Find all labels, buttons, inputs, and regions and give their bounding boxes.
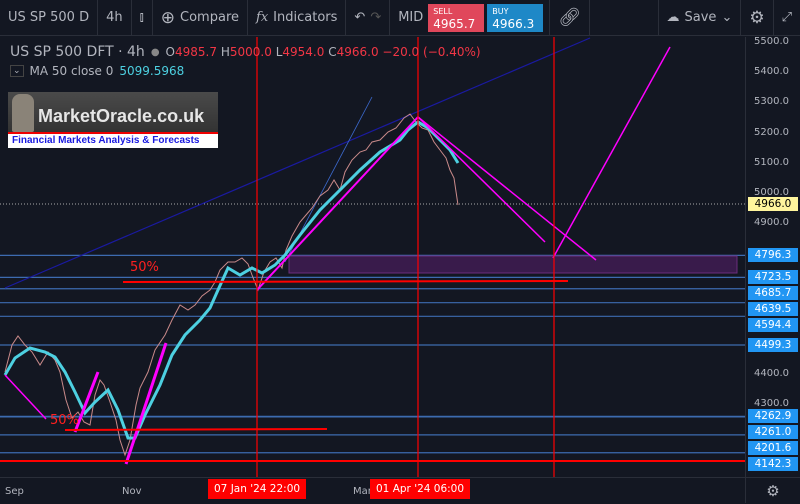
statue-icon <box>12 94 34 132</box>
compare-button[interactable]: ⊕ Compare <box>153 0 249 36</box>
save-label: Save <box>684 10 717 25</box>
price-tick: 5200.0 <box>754 126 789 138</box>
chart-type-button[interactable]: ⫾ <box>132 0 153 36</box>
time-axis[interactable]: Sep Nov Mar 07 Jan '24 22:00 01 Apr '24 … <box>0 477 745 503</box>
interval-button[interactable]: 4h <box>98 0 132 36</box>
collapse-chevron-icon[interactable]: ⌄ <box>10 65 24 77</box>
price-tick: 5300.0 <box>754 96 789 108</box>
indicators-label: Indicators <box>273 10 338 25</box>
level-price-label: 4685.7 <box>748 286 798 301</box>
logo-tagline: Financial Markets Analysis & Forecasts <box>8 134 218 148</box>
low-value: 4954.0 <box>282 45 325 59</box>
time-marker-apr: 01 Apr '24 06:00 <box>370 479 471 499</box>
level-price-label: 4594.4 <box>748 318 798 333</box>
open-value: 4985.7 <box>175 45 217 59</box>
indicators-button[interactable]: fx Indicators <box>248 0 347 36</box>
top-toolbar: US SP 500 D 4h ⫾ ⊕ Compare fx Indicators ↶… <box>0 0 800 36</box>
axis-settings-icon[interactable]: ⚙ <box>745 477 800 503</box>
symbol-search[interactable]: US SP 500 D <box>0 0 99 36</box>
ma-50-line <box>3 120 460 440</box>
save-button[interactable]: ☁ Save ⌄ <box>657 0 742 36</box>
chevron-down-icon: ⌄ <box>721 10 733 25</box>
fullscreen-icon: ⤢ <box>781 10 792 25</box>
level-price-label: 4723.5 <box>748 270 798 285</box>
compare-label: Compare <box>180 10 240 25</box>
plus-circle-icon: ⊕ <box>160 7 176 28</box>
horizontal-levels <box>0 254 745 454</box>
current-price-label: 4966.0 <box>748 197 798 212</box>
price-tick: 5400.0 <box>754 66 789 78</box>
buy-price: 4966.3 <box>492 16 535 31</box>
price-axis[interactable]: 5500.0 5400.0 5300.0 5200.0 5100.0 5000.0 4900… <box>745 36 800 477</box>
link-button[interactable]: 🔗︎ <box>549 0 591 36</box>
price-tick: 4900.0 <box>754 217 789 229</box>
marketoracle-logo: MarketOracle.co.uk Financial Markets Ana… <box>8 92 218 148</box>
purple-zone <box>288 255 738 274</box>
mid-label: MID <box>398 10 424 25</box>
level-price-label: 4201.6 <box>748 441 798 456</box>
high-label: H <box>220 45 230 59</box>
change-value: −20.0 (−0.40%) <box>382 45 481 59</box>
undo-redo: ↶ ↷ <box>346 0 391 36</box>
fx-icon: fx <box>256 10 269 25</box>
close-value: 4966.0 <box>336 45 379 59</box>
price-tick: 5100.0 <box>754 156 789 168</box>
undo-icon[interactable]: ↶ <box>354 10 365 25</box>
ma-label: MA 50 close 0 <box>29 64 114 78</box>
level-price-label: 4499.3 <box>748 338 798 352</box>
level-price-label: 4796.3 <box>748 248 798 263</box>
buy-button[interactable]: BUY 4966.3 <box>487 3 544 32</box>
time-marker-jan: 07 Jan '24 22:00 <box>208 479 307 499</box>
chart-legend: US SP 500 DFT · 4h ● O4985.7 H5000.0 L49… <box>10 44 481 78</box>
settings-button[interactable]: ⚙ <box>741 0 774 36</box>
visibility-dot-icon[interactable]: ● <box>151 47 160 58</box>
sell-button[interactable]: SELL 4965.7 <box>428 3 485 32</box>
price-tick: 5500.0 <box>754 36 789 47</box>
link-icon: 🔗︎ <box>558 7 582 28</box>
logo-name: MarketOracle.co.uk <box>38 106 205 126</box>
candles-icon: ⫾ <box>139 10 144 25</box>
level-price-label: 4639.5 <box>748 302 798 317</box>
open-label: O <box>165 45 175 59</box>
level-price-label: 4262.9 <box>748 409 798 424</box>
redo-icon[interactable]: ↷ <box>370 10 381 25</box>
sell-price: 4965.7 <box>433 16 476 31</box>
legend-title: US SP 500 DFT · 4h <box>10 44 145 60</box>
fib-50-upper-label: 50% <box>130 260 159 275</box>
time-label-sep: Sep <box>5 486 24 497</box>
time-label-nov: Nov <box>122 486 142 497</box>
fib-50-lower-label: 50% <box>50 413 79 428</box>
price-line <box>4 113 459 457</box>
price-tick: 4400.0 <box>754 367 789 379</box>
gear-icon: ⚙ <box>749 7 765 28</box>
ma-value: 5099.5968 <box>119 64 185 78</box>
high-value: 5000.0 <box>229 45 272 59</box>
cloud-icon: ☁ <box>666 10 680 25</box>
level-price-label: 4142.3 <box>748 457 798 472</box>
price-tick: 4300.0 <box>754 398 789 410</box>
close-label: C <box>328 45 337 59</box>
level-price-label: 4261.0 <box>748 425 798 440</box>
fullscreen-button[interactable]: ⤢ <box>774 0 800 36</box>
